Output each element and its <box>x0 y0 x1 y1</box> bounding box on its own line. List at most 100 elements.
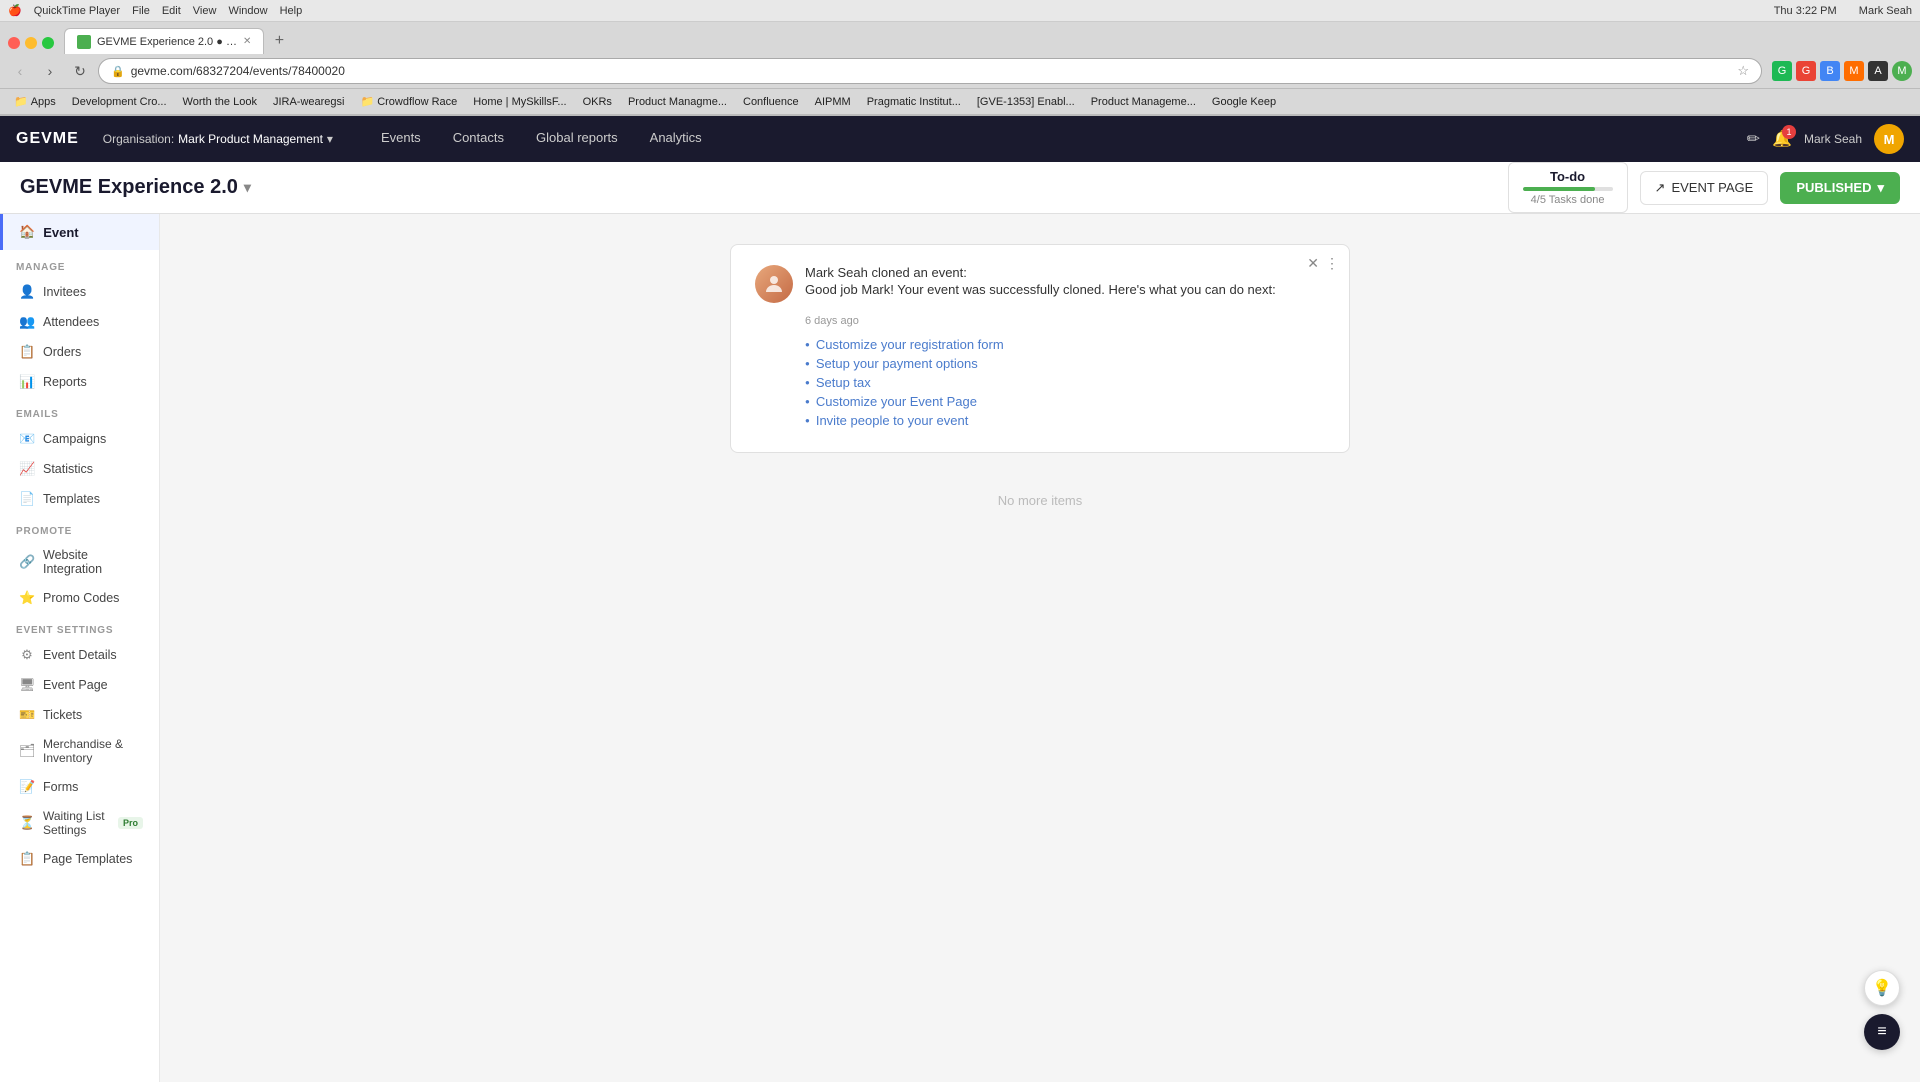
bookmark-confluence[interactable]: Confluence <box>737 94 805 110</box>
bookmark-product-mgmt2[interactable]: Product Manageme... <box>1085 94 1202 110</box>
sidebar-item-merchandise[interactable]: 🗂 Merchandise & Inventory <box>0 730 159 772</box>
help-menu[interactable]: Help <box>280 5 303 17</box>
close-window-btn[interactable] <box>8 37 20 49</box>
sidebar-item-forms[interactable]: 📝 Forms <box>0 772 159 802</box>
invite-people-link[interactable]: Invite people to your event <box>816 413 969 428</box>
sidebar-item-reports[interactable]: 📊 Reports <box>0 367 159 397</box>
float-lightbulb-btn[interactable]: 💡 <box>1864 970 1900 1006</box>
no-more-items-label: No more items <box>998 493 1083 508</box>
bookmark-crowdflow[interactable]: 📁 Crowdflow Race <box>354 93 463 110</box>
org-selector[interactable]: Organisation: Mark Product Management ▾ <box>103 132 333 146</box>
apple-icon[interactable]: 🍎 <box>8 4 22 17</box>
monitor-icon: 🖥 <box>19 677 35 693</box>
sidebar-section-promote: PROMOTE <box>0 514 159 541</box>
arrow-icon: ↗ <box>1655 180 1666 196</box>
event-page-btn[interactable]: ↗ EVENT PAGE <box>1640 171 1769 205</box>
sidebar-item-waiting-list[interactable]: ⏳ Waiting List Settings Pro <box>0 802 159 844</box>
pro-badge: Pro <box>118 817 143 829</box>
event-title[interactable]: GEVME Experience 2.0 ▾ <box>20 176 251 199</box>
sidebar-item-event-details[interactable]: ⚙ Event Details <box>0 640 159 670</box>
bookmark-pragmatic[interactable]: Pragmatic Institut... <box>861 94 967 110</box>
gevme-logo[interactable]: GEVME <box>16 130 79 148</box>
sidebar-item-templates[interactable]: 📄 Templates <box>0 484 159 514</box>
sidebar-item-website-integration[interactable]: 🔗 Website Integration <box>0 541 159 583</box>
customize-registration-link[interactable]: Customize your registration form <box>816 337 1004 352</box>
nav-global-reports[interactable]: Global reports <box>520 116 634 162</box>
float-chat-btn[interactable]: ≡ <box>1864 1014 1900 1050</box>
setup-payment-link[interactable]: Setup your payment options <box>816 356 978 371</box>
fullscreen-window-btn[interactable] <box>42 37 54 49</box>
quicktime-label[interactable]: QuickTime Player <box>34 5 120 17</box>
sidebar-item-campaigns[interactable]: 📧 Campaigns <box>0 424 159 454</box>
app-wrapper: GEVME Organisation: Mark Product Managem… <box>0 116 1920 1082</box>
file-menu[interactable]: File <box>132 5 150 17</box>
todo-box[interactable]: To-do 4/5 Tasks done <box>1508 162 1628 213</box>
bookmark-worth-look[interactable]: Worth the Look <box>177 94 263 110</box>
sidebar-item-event-page[interactable]: 🖥 Event Page <box>0 670 159 700</box>
bookmark-jira[interactable]: JIRA-wearegsi <box>267 94 351 110</box>
ext-icon-1[interactable]: G <box>1772 61 1792 81</box>
edit-menu[interactable]: Edit <box>162 5 181 17</box>
tab-close-btn[interactable]: ✕ <box>243 36 251 47</box>
ext-icon-2[interactable]: G <box>1796 61 1816 81</box>
sidebar-item-invitees[interactable]: 👤 Invitees <box>0 277 159 307</box>
bookmarks-bar: 📁 Apps Development Cro... Worth the Look… <box>0 89 1920 115</box>
bookmark-apps[interactable]: 📁 Apps <box>8 93 62 110</box>
ext-icon-5[interactable]: A <box>1868 61 1888 81</box>
bookmark-product-mgmt[interactable]: Product Managme... <box>622 94 733 110</box>
nav-contacts[interactable]: Contacts <box>437 116 520 162</box>
view-menu[interactable]: View <box>193 5 217 17</box>
person-icon: 👤 <box>19 284 35 300</box>
sidebar-item-orders[interactable]: 📋 Orders <box>0 337 159 367</box>
sidebar-section-manage: MANAGE <box>0 250 159 277</box>
reload-btn[interactable]: ↻ <box>68 59 92 83</box>
notification-card: ✕ ⋮ Mark Seah cloned an event: Good job … <box>730 244 1350 453</box>
bookmark-myskills[interactable]: Home | MySkillsF... <box>467 94 572 110</box>
bookmark-dev-cro[interactable]: Development Cro... <box>66 94 173 110</box>
sidebar-item-tickets[interactable]: 🎫 Tickets <box>0 700 159 730</box>
back-btn[interactable]: ‹ <box>8 59 32 83</box>
browser-nav: ‹ › ↻ 🔒 gevme.com/68327204/events/784000… <box>0 54 1920 89</box>
nav-analytics[interactable]: Analytics <box>634 116 718 162</box>
sidebar-item-statistics[interactable]: 📈 Statistics <box>0 454 159 484</box>
bookmark-gve[interactable]: [GVE-1353] Enabl... <box>971 94 1081 110</box>
forward-btn[interactable]: › <box>38 59 62 83</box>
sidebar-forms-label: Forms <box>43 780 78 794</box>
org-name: Mark Product Management <box>178 132 323 146</box>
org-label: Organisation: <box>103 132 174 146</box>
new-tab-btn[interactable]: + <box>266 28 292 54</box>
sidebar-item-event[interactable]: 🏠 Event <box>0 214 159 250</box>
edit-icon-btn[interactable]: ✏ <box>1747 129 1760 149</box>
user-avatar[interactable]: M <box>1874 124 1904 154</box>
bookmark-label: JIRA-wearegsi <box>273 96 345 108</box>
waiting-list-icon: ⏳ <box>19 815 35 831</box>
notif-close-btn[interactable]: ✕ <box>1307 255 1319 272</box>
lock-icon: 🔒 <box>111 65 125 78</box>
nav-events[interactable]: Events <box>365 116 437 162</box>
published-btn[interactable]: PUBLISHED ▾ <box>1780 172 1900 204</box>
active-tab[interactable]: GEVME Experience 2.0 ● GEV... ✕ <box>64 28 264 54</box>
bookmark-google-keep[interactable]: Google Keep <box>1206 94 1282 110</box>
bookmark-label: Apps <box>31 96 56 108</box>
bookmark-star-icon[interactable]: ☆ <box>1737 63 1749 79</box>
published-label: PUBLISHED <box>1796 180 1871 195</box>
bookmark-okrs[interactable]: OKRs <box>577 94 618 110</box>
gevme-nav-right: ✏ 🔔 1 Mark Seah M <box>1747 124 1904 154</box>
profile-icon[interactable]: M <box>1892 61 1912 81</box>
minimize-window-btn[interactable] <box>25 37 37 49</box>
notification-bell-btn[interactable]: 🔔 1 <box>1772 129 1792 149</box>
sidebar-item-promo-codes[interactable]: ⭐ Promo Codes <box>0 583 159 613</box>
ext-icon-4[interactable]: M <box>1844 61 1864 81</box>
sidebar-item-attendees[interactable]: 👥 Attendees <box>0 307 159 337</box>
ext-icon-3[interactable]: B <box>1820 61 1840 81</box>
notif-link-invite: ● Invite people to your event <box>805 413 1325 428</box>
notif-menu-btn[interactable]: ⋮ <box>1325 255 1339 272</box>
window-menu[interactable]: Window <box>228 5 267 17</box>
sidebar-item-page-templates[interactable]: 📋 Page Templates <box>0 844 159 874</box>
bookmark-aipmm[interactable]: AIPMM <box>809 94 857 110</box>
setup-tax-link[interactable]: Setup tax <box>816 375 871 390</box>
event-title-caret-icon: ▾ <box>244 179 251 196</box>
address-bar[interactable]: 🔒 gevme.com/68327204/events/78400020 ☆ <box>98 58 1762 84</box>
bookmark-label: Google Keep <box>1212 96 1276 108</box>
customize-event-page-link[interactable]: Customize your Event Page <box>816 394 977 409</box>
